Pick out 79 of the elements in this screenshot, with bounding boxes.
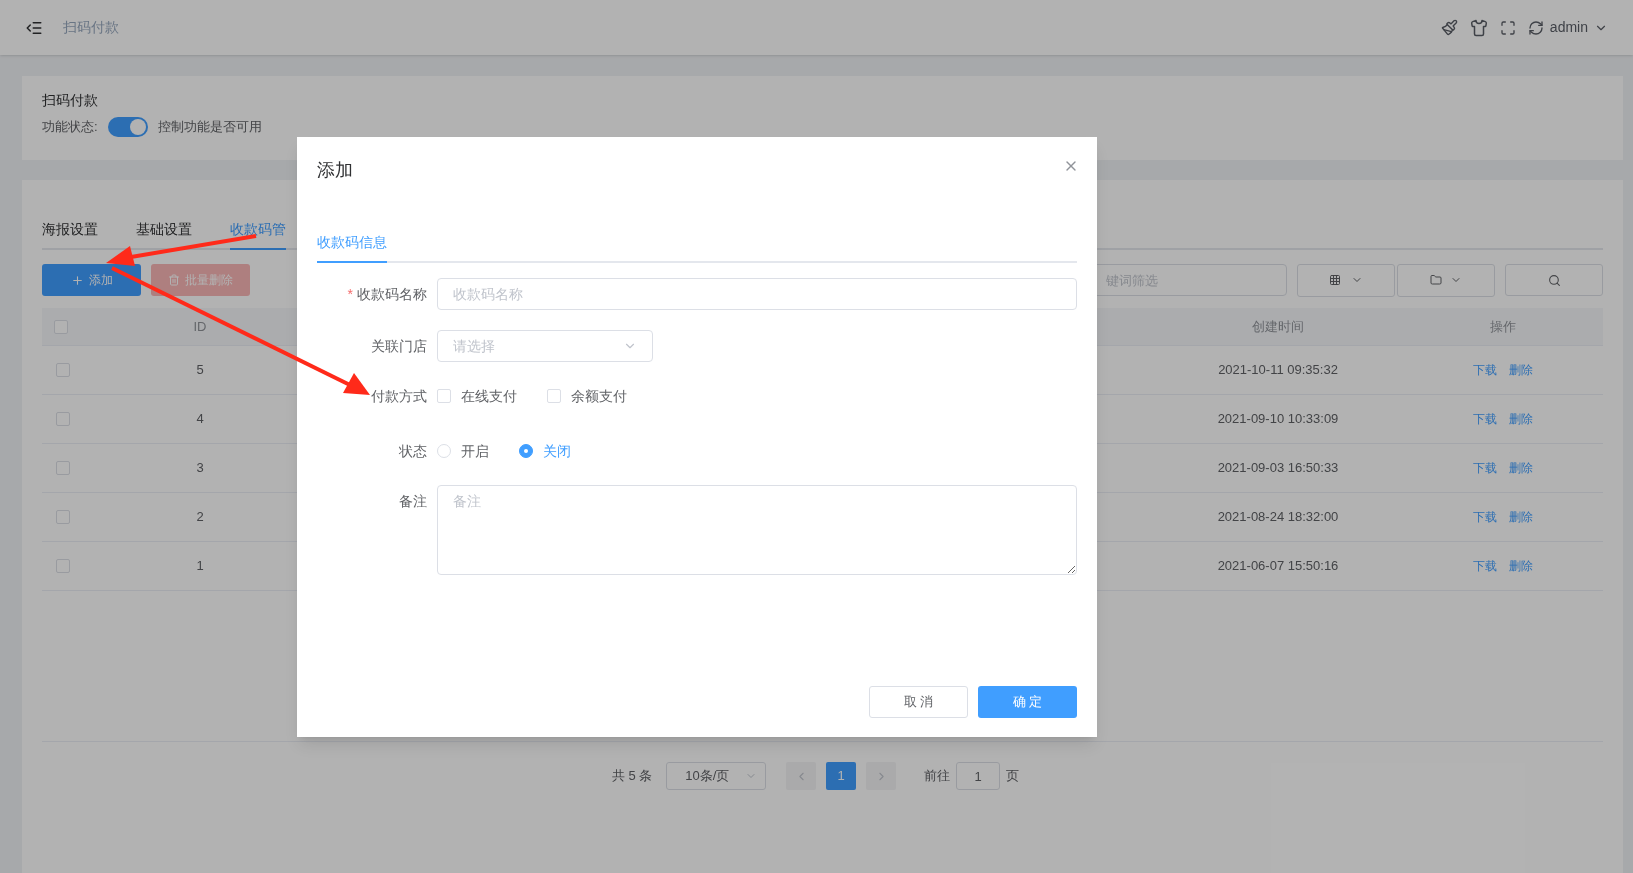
field-label: 付款方式 [371, 386, 427, 406]
refresh-icon[interactable] [1527, 19, 1544, 36]
field-label: 备注 [399, 492, 427, 511]
card-title: 扫码付款 [42, 91, 99, 110]
search-button[interactable] [1505, 264, 1603, 296]
table-cell-text: 2021-10-11 09:35:32 [1218, 361, 1338, 380]
table-cell-text: 2021-06-07 15:50:16 [1217, 557, 1339, 576]
row-checkbox[interactable] [56, 461, 70, 475]
next-page-button[interactable] [866, 762, 897, 790]
radio-label[interactable]: 关闭 [543, 440, 571, 462]
table-cell-text: 2021-08-24 18:32:00 [1217, 508, 1339, 527]
page-suffix: 页 [1006, 767, 1020, 786]
action-link[interactable]: 下载 [1473, 459, 1497, 477]
column-view-button[interactable] [1297, 263, 1395, 297]
action-link[interactable]: 删除 [1509, 459, 1533, 477]
radio-button[interactable] [519, 444, 533, 458]
table-cell-text: 2021-09-10 10:33:09 [1217, 410, 1339, 429]
column-header: 操作 [1490, 317, 1516, 336]
checkbox[interactable] [547, 389, 561, 403]
action-link[interactable]: 下载 [1473, 557, 1497, 575]
checkbox[interactable] [437, 389, 451, 403]
user-menu[interactable]: admin [1549, 17, 1608, 38]
tab[interactable]: 收款码管 [230, 210, 286, 250]
action-link[interactable]: 下载 [1473, 361, 1497, 379]
table-cell-text: 4 [196, 410, 204, 429]
cancel-button[interactable]: 取 消 [869, 686, 968, 718]
dialog-title: 添加 [317, 159, 353, 182]
export-button[interactable] [1397, 263, 1495, 297]
confirm-button[interactable]: 确 定 [978, 686, 1077, 718]
plus-icon [70, 273, 84, 287]
row-checkbox[interactable] [56, 510, 70, 524]
brush-icon[interactable] [1440, 19, 1458, 36]
table-cell-text: 5 [196, 361, 204, 380]
action-link[interactable]: 删除 [1509, 557, 1533, 575]
action-link[interactable]: 删除 [1509, 361, 1533, 379]
page-number[interactable]: 1 [826, 762, 857, 790]
checkbox-label[interactable]: 在线支付 [461, 385, 517, 407]
switch-hint: 控制功能是否可用 [157, 118, 262, 137]
field-label: 关联门店 [371, 336, 427, 356]
column-header: 创建时间 [1252, 317, 1304, 336]
page-title: 扫码付款 [63, 18, 119, 37]
header-checkbox[interactable] [54, 319, 68, 334]
goto-label: 前往 [924, 767, 951, 786]
action-link[interactable]: 删除 [1509, 410, 1533, 428]
store-select[interactable]: 请选择 [437, 330, 653, 362]
table-cell-text: 2 [196, 508, 204, 527]
name-input[interactable]: 收款码名称 [437, 278, 1077, 310]
action-link[interactable]: 下载 [1473, 508, 1497, 526]
folder-icon [1430, 274, 1442, 286]
prev-page-button[interactable] [786, 762, 817, 790]
tab[interactable]: 基础设置 [136, 210, 192, 250]
row-checkbox[interactable] [56, 363, 70, 377]
table-cell-text: 1 [196, 557, 204, 576]
page-size-select[interactable]: 10条/页 [666, 762, 767, 790]
action-link[interactable]: 删除 [1509, 508, 1533, 526]
fullscreen-icon[interactable] [1499, 19, 1516, 36]
field-label: 收款码名称 [357, 284, 427, 304]
toggle-switch[interactable] [107, 117, 148, 137]
total-count: 共 5 条 [611, 767, 653, 786]
tab[interactable]: 海报设置 [42, 210, 98, 250]
shirt-icon[interactable] [1469, 18, 1488, 37]
remark-textarea[interactable]: 备注 [437, 485, 1077, 575]
action-link[interactable]: 下载 [1473, 410, 1497, 428]
trash-icon [168, 274, 180, 286]
row-checkbox[interactable] [56, 412, 70, 426]
table-cell-text: 2021-09-03 16:50:33 [1217, 459, 1339, 478]
checkbox-label[interactable]: 余额支付 [571, 385, 627, 407]
field-label: 状态 [399, 441, 427, 461]
goto-page-input[interactable]: 1 [956, 762, 1001, 790]
table-cell-text: 3 [196, 459, 204, 478]
grid-icon [1329, 274, 1341, 286]
required-asterisk: * [347, 284, 353, 304]
radio-label[interactable]: 开启 [461, 440, 489, 462]
row-checkbox[interactable] [56, 559, 70, 573]
dialog-tab[interactable]: 收款码信息 [317, 223, 387, 263]
status-label: 功能状态: [42, 118, 98, 137]
add-button[interactable]: 添加 [42, 264, 141, 296]
search-icon [1547, 273, 1561, 287]
column-header: ID [193, 317, 207, 336]
